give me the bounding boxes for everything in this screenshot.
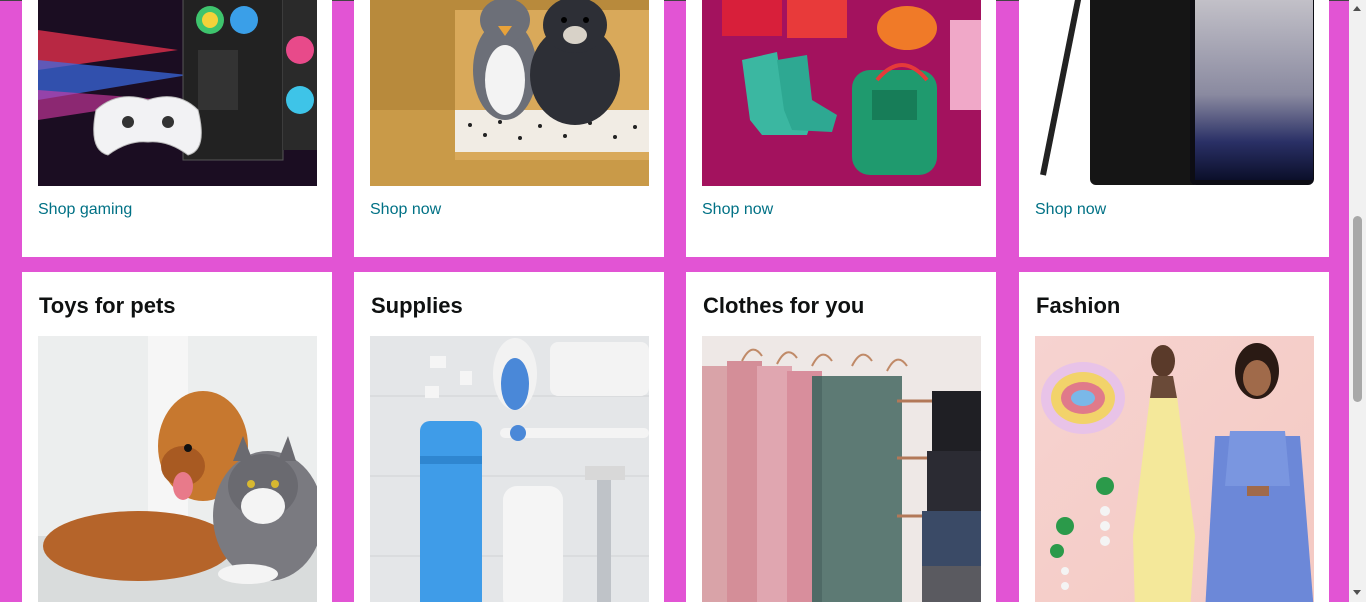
vertical-scrollbar[interactable]	[1349, 0, 1366, 602]
scrollbar-thumb[interactable]	[1353, 216, 1362, 402]
card-fashion: Fashion	[1019, 272, 1329, 602]
smartphone-stylus-image[interactable]	[1035, 0, 1314, 186]
card-supplies: Supplies	[354, 272, 664, 602]
card-title: Clothes for you	[703, 293, 865, 318]
card-toys-for-pets: Toys for pets	[22, 272, 332, 602]
card-title: Fashion	[1036, 293, 1121, 318]
card-gifts: Shop now	[686, 0, 996, 257]
card-title: Toys for pets	[39, 293, 176, 318]
hanging-clothes-image[interactable]	[702, 336, 981, 602]
dog-and-cat-image[interactable]	[38, 336, 317, 602]
card-gaming: Shop gaming	[22, 0, 332, 257]
gaming-pc-controller-image[interactable]	[38, 0, 317, 186]
shop-gaming-link[interactable]: Shop gaming	[38, 200, 132, 220]
scroll-down-arrow-icon[interactable]	[1353, 590, 1361, 595]
shop-now-link[interactable]: Shop now	[370, 200, 441, 220]
shop-now-link[interactable]: Shop now	[702, 200, 773, 220]
fashion-models-image[interactable]	[1035, 336, 1314, 602]
card-phone: Shop now	[1019, 0, 1329, 257]
toiletries-supplies-image[interactable]	[370, 336, 649, 602]
gifts-boots-backpack-image[interactable]	[702, 0, 981, 186]
plush-toys-image[interactable]	[370, 0, 649, 186]
card-plush: Shop now	[354, 0, 664, 257]
card-title: Supplies	[371, 293, 463, 318]
shop-now-link[interactable]: Shop now	[1035, 200, 1106, 220]
card-clothes-for-you: Clothes for you	[686, 272, 996, 602]
scroll-up-arrow-icon[interactable]	[1353, 6, 1361, 11]
page: Shop gaming Shop now Shop now Shop now T…	[0, 0, 1349, 602]
